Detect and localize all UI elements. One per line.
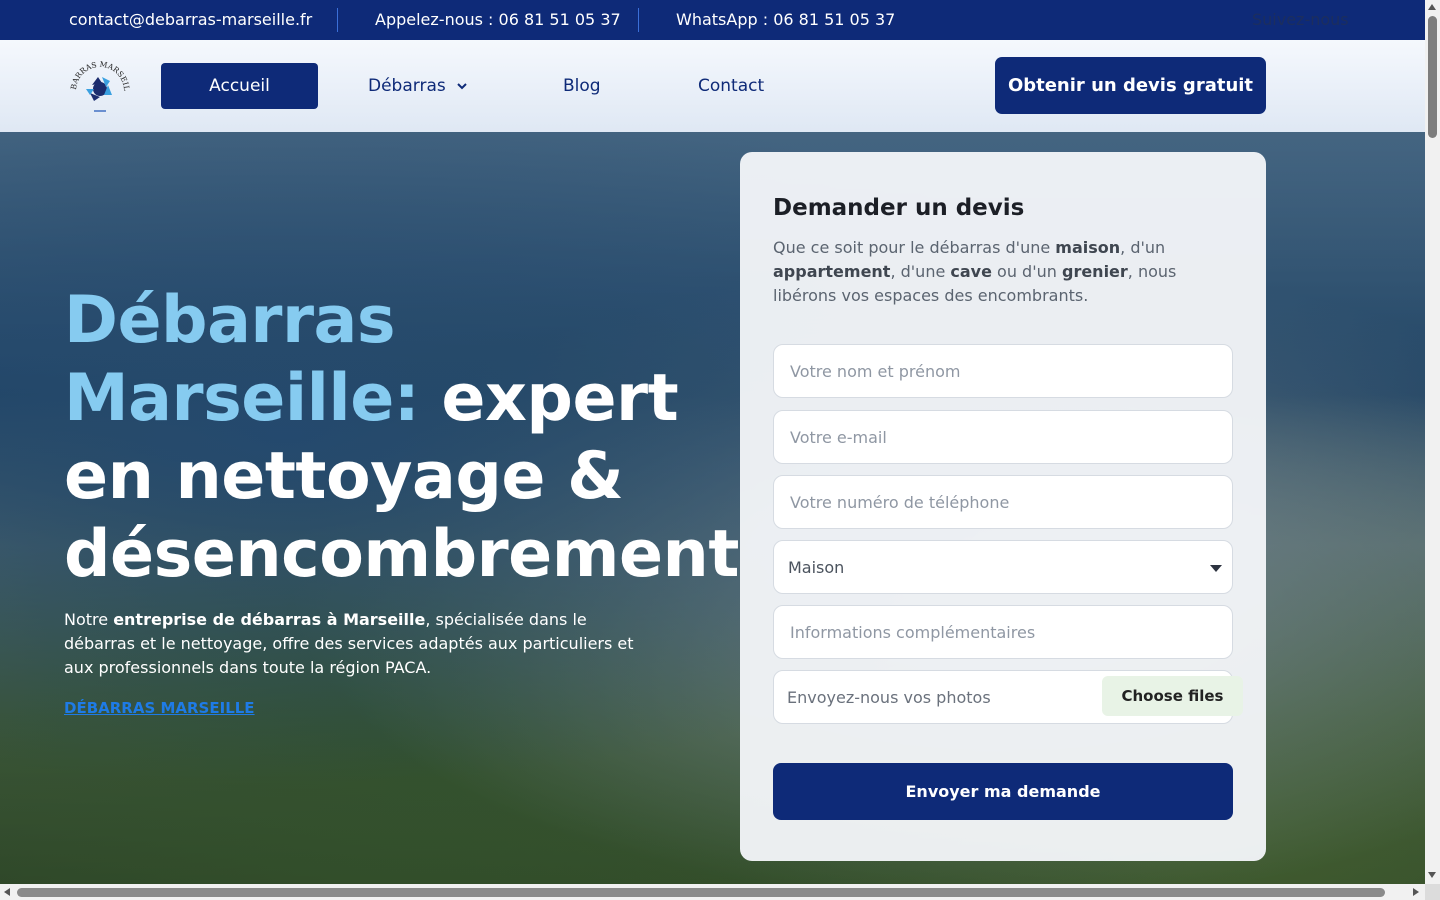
hero-title-rest-3: désencombrement xyxy=(64,517,739,592)
divider xyxy=(337,8,338,32)
desc-part: ou d'un xyxy=(991,262,1062,281)
recycle-icon: DÉBARRAS MARSEILLE xyxy=(65,48,131,112)
nav-contact[interactable]: Contact xyxy=(698,63,764,109)
desc-bold: grenier xyxy=(1061,262,1128,281)
name-input[interactable]: Votre nom et prénom xyxy=(773,344,1233,398)
hero-description: Notre entreprise de débarras à Marseille… xyxy=(64,608,634,680)
caret-down-icon xyxy=(1210,565,1222,572)
submit-request-button[interactable]: Envoyer ma demande xyxy=(773,763,1233,820)
chevron-down-icon xyxy=(457,83,467,90)
desc-bold: appartement xyxy=(773,262,891,281)
desc-part: , d'un xyxy=(1120,238,1166,257)
photos-upload-field[interactable]: Envoyez-nous vos photos Choose files xyxy=(773,670,1243,724)
site-logo[interactable]: DÉBARRAS MARSEILLE xyxy=(65,48,132,119)
free-quote-button[interactable]: Obtenir un devis gratuit xyxy=(995,57,1266,114)
choose-files-label: Choose files xyxy=(1121,687,1224,705)
horizontal-scroll-thumb[interactable] xyxy=(17,888,1385,897)
nav-home-label: Accueil xyxy=(209,76,270,96)
email-input[interactable]: Votre e-mail xyxy=(773,410,1233,464)
top-contact-bar: contact@debarras-marseille.fr Appelez-no… xyxy=(0,0,1425,40)
phone-link[interactable]: Appelez-nous : 06 81 51 05 37 xyxy=(375,10,621,29)
scrollbar-corner xyxy=(1425,884,1440,900)
nav-contact-label: Contact xyxy=(698,76,765,96)
scroll-right-icon[interactable] xyxy=(1413,888,1419,896)
scroll-left-icon[interactable] xyxy=(4,888,10,896)
divider xyxy=(638,8,639,32)
nav-blog-label: Blog xyxy=(563,76,601,96)
vertical-scrollbar[interactable] xyxy=(1425,0,1440,884)
property-type-select[interactable]: Maison xyxy=(773,540,1233,594)
vertical-scroll-thumb[interactable] xyxy=(1428,16,1437,138)
property-type-value: Maison xyxy=(788,557,845,577)
hero-text-part: Notre xyxy=(64,610,114,629)
scroll-up-icon[interactable] xyxy=(1428,4,1436,10)
desc-part: , d'une xyxy=(890,262,951,281)
desc-part: Que ce soit pour le débarras d'une xyxy=(773,238,1056,257)
hero-text-bold: entreprise de débarras à Marseille xyxy=(113,610,426,629)
phone-input[interactable]: Votre numéro de téléphone xyxy=(773,475,1233,529)
scroll-down-icon[interactable] xyxy=(1428,872,1436,878)
follow-us-label: Suivez-nous xyxy=(1252,10,1349,29)
nav-debarras[interactable]: Débarras xyxy=(368,63,468,109)
hero-title-rest-2: en nettoyage & xyxy=(64,439,624,514)
contact-email-link[interactable]: contact@debarras-marseille.fr xyxy=(69,10,312,29)
form-title: Demander un devis xyxy=(773,195,1025,221)
name-placeholder: Votre nom et prénom xyxy=(790,361,961,381)
photos-label: Envoyez-nous vos photos xyxy=(787,687,991,707)
hero-title-highlight-1: Débarras xyxy=(64,283,396,358)
hero-title-highlight-2: Marseille: xyxy=(64,361,420,436)
hero-link[interactable]: DÉBARRAS MARSEILLE xyxy=(64,699,255,717)
choose-files-button[interactable]: Choose files xyxy=(1102,676,1243,716)
nav-debarras-label: Débarras xyxy=(368,76,446,96)
email-placeholder: Votre e-mail xyxy=(790,427,887,447)
quote-form-card: Demander un devis Que ce soit pour le dé… xyxy=(740,152,1266,861)
form-description: Que ce soit pour le débarras d'une maiso… xyxy=(773,236,1238,308)
whatsapp-link[interactable]: WhatsApp : 06 81 51 05 37 xyxy=(676,10,895,29)
main-navigation: DÉBARRAS MARSEILLE Accueil Débarras Blog… xyxy=(0,40,1425,132)
info-placeholder: Informations complémentaires xyxy=(790,622,1036,642)
nav-blog[interactable]: Blog xyxy=(563,63,601,109)
horizontal-scrollbar[interactable] xyxy=(0,884,1425,900)
additional-info-input[interactable]: Informations complémentaires xyxy=(773,605,1233,659)
submit-label: Envoyer ma demande xyxy=(905,782,1101,801)
free-quote-label: Obtenir un devis gratuit xyxy=(1007,75,1254,96)
desc-bold: cave xyxy=(950,262,992,281)
desc-bold: maison xyxy=(1055,238,1121,257)
nav-home[interactable]: Accueil xyxy=(161,63,318,109)
phone-placeholder: Votre numéro de téléphone xyxy=(790,492,1010,512)
hero-title: Débarras Marseille: expert en nettoyage & d… xyxy=(64,282,739,594)
hero-title-rest-1: expert xyxy=(419,361,679,436)
